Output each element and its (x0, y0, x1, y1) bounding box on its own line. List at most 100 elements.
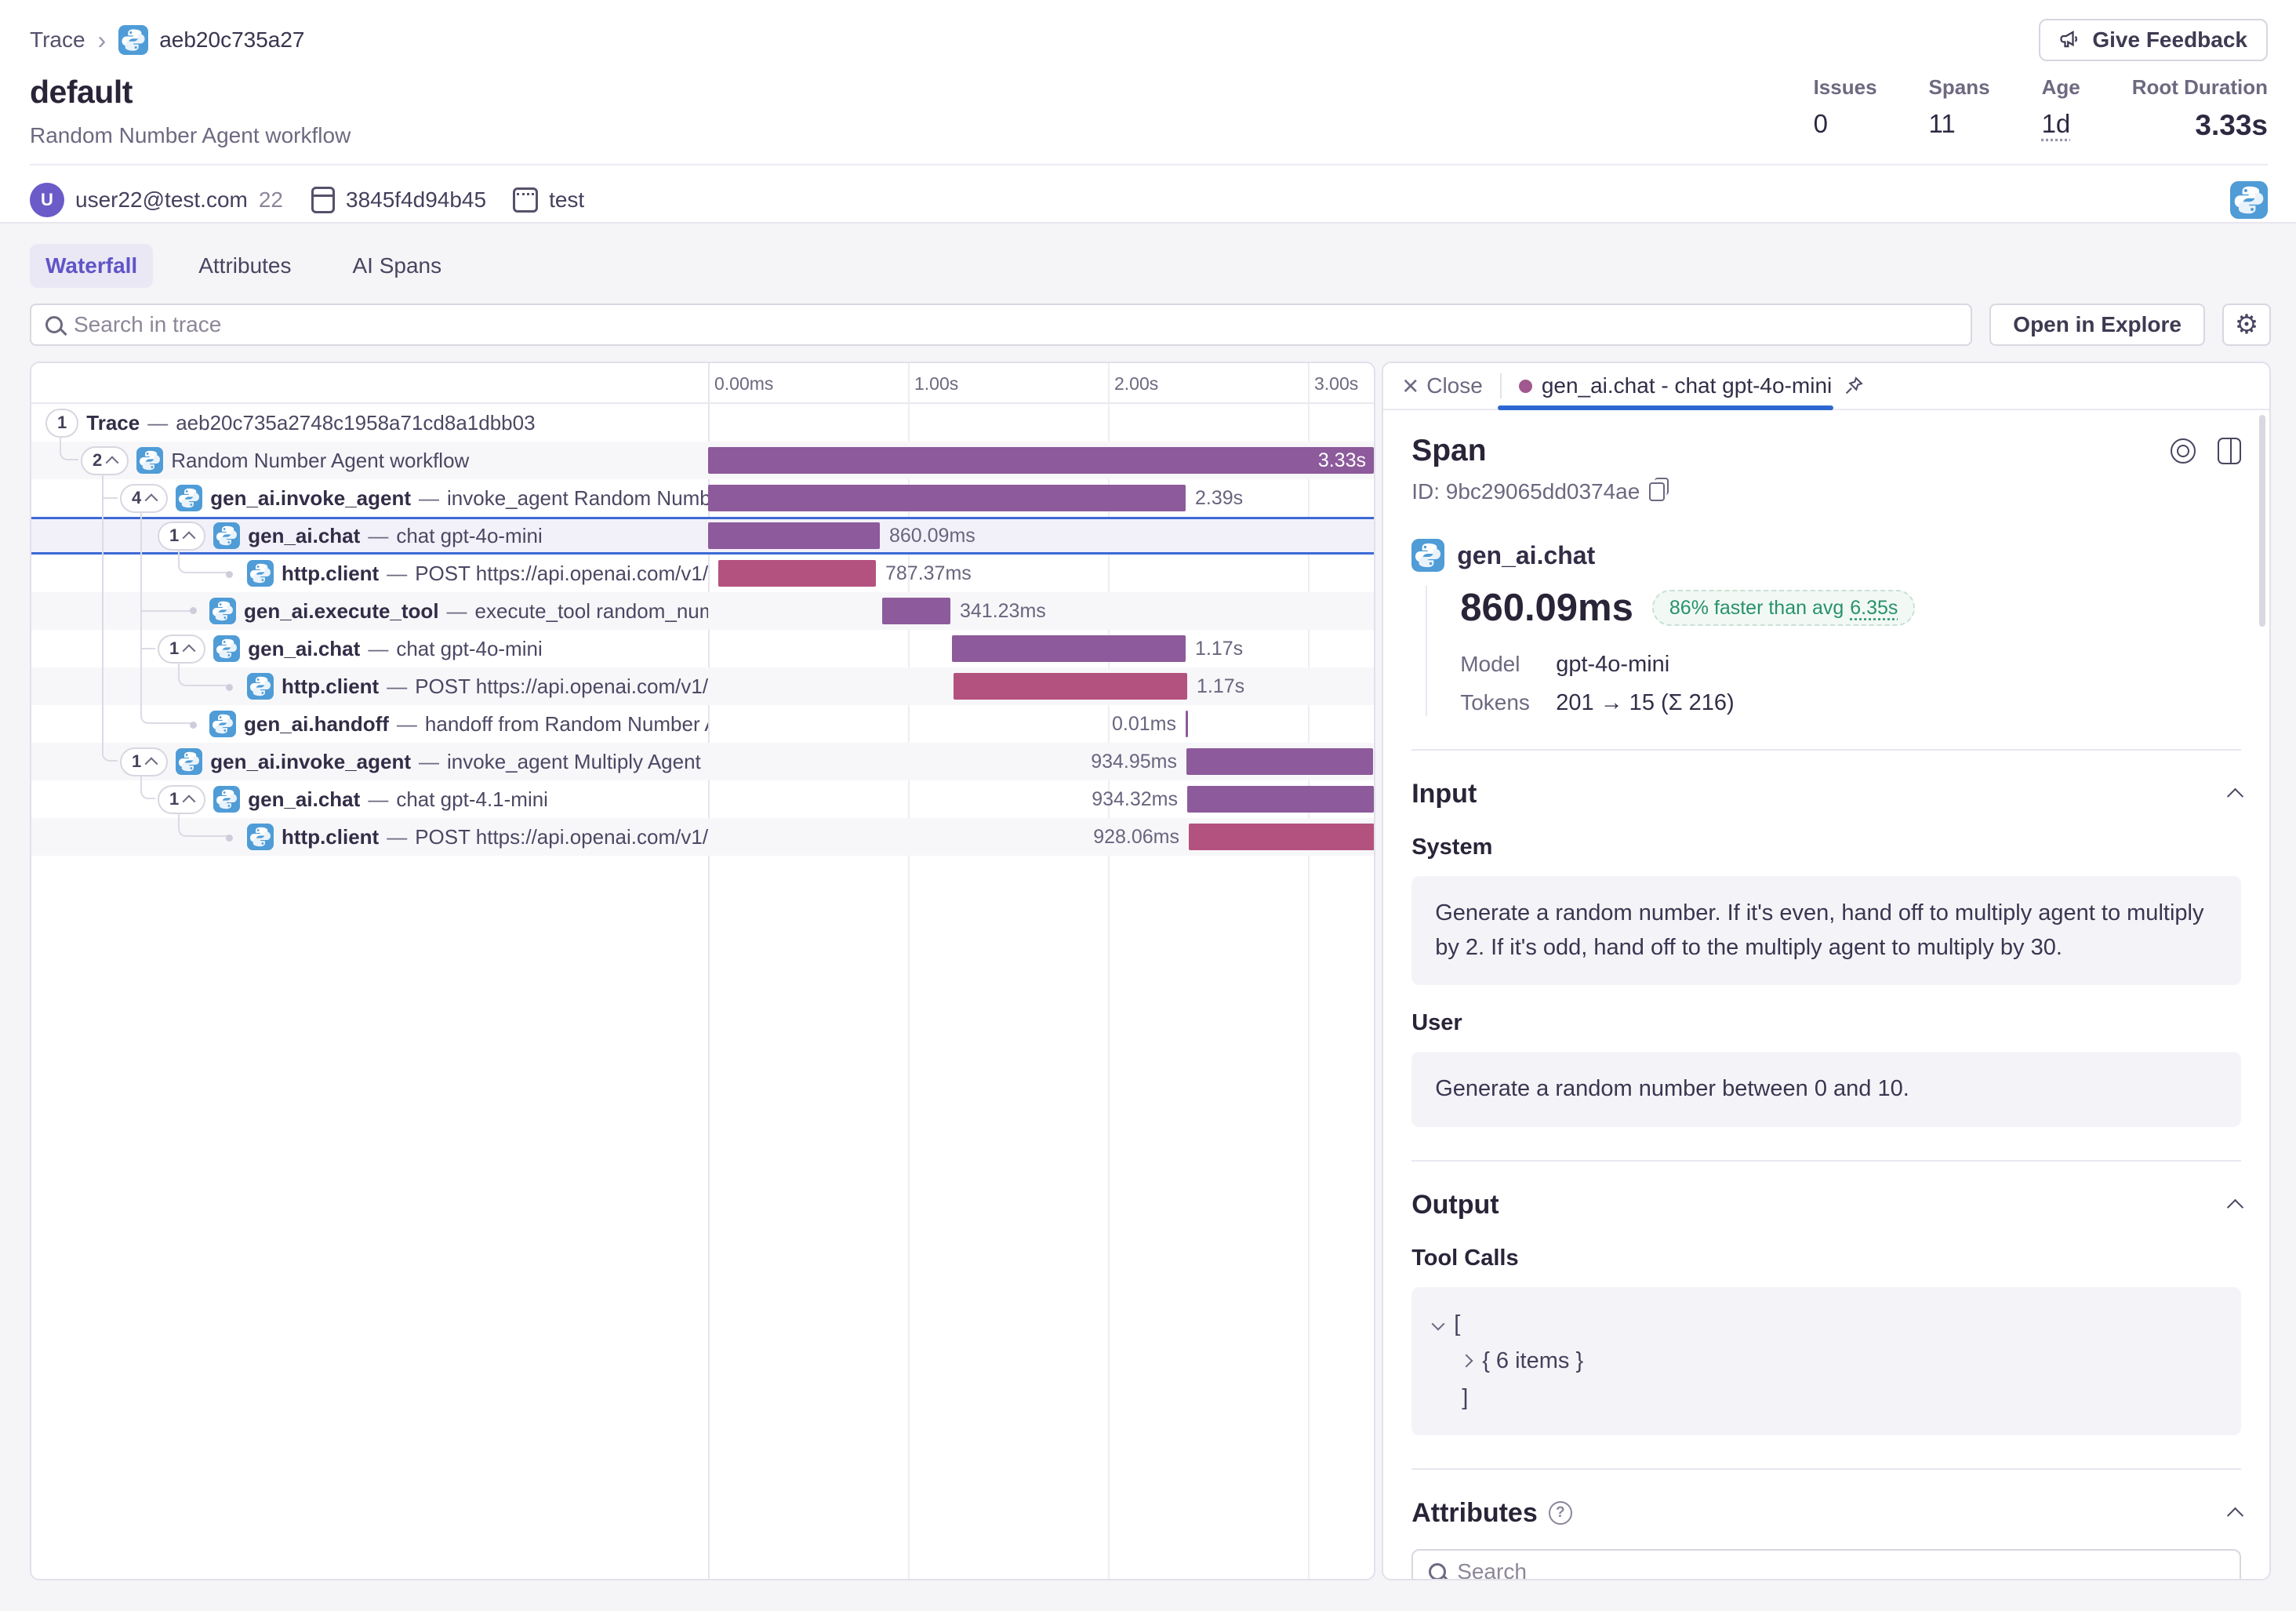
detail-tab-label[interactable]: gen_ai.chat - chat gpt-4o-mini (1542, 373, 1832, 398)
span-row[interactable]: 1Trace—aeb20c735a2748c1958a71cd8a1dbb03 (31, 404, 1374, 442)
expand-array-icon[interactable] (1432, 1318, 1445, 1331)
span-description: chat gpt-4o-mini (396, 637, 542, 661)
dash-separator: — (387, 825, 407, 849)
child-count-pill[interactable]: 4 (120, 484, 168, 513)
open-in-explore-button[interactable]: Open in Explore (1989, 304, 2205, 346)
span-tree-cell: 4gen_ai.invoke_agent—invoke_agent Random… (31, 479, 708, 517)
copy-icon[interactable] (1649, 482, 1665, 501)
close-icon[interactable]: × (1402, 372, 1419, 400)
duration-bar[interactable] (1189, 824, 1375, 850)
span-section-title: Span (1411, 434, 1486, 468)
span-bar-cell: 934.95ms (708, 743, 1375, 780)
span-op: Trace (86, 411, 140, 435)
settings-button[interactable]: ⚙ (2222, 304, 2271, 346)
child-count-pill[interactable]: 1 (158, 635, 205, 664)
python-icon (213, 635, 240, 662)
pill-count: 1 (169, 789, 179, 809)
python-platform-icon (2230, 181, 2268, 219)
collapse-input-icon[interactable] (2227, 788, 2243, 805)
child-count-pill[interactable]: 1 (45, 409, 78, 438)
span-row[interactable]: 2Random Number Agent workflow3.33s (31, 442, 1374, 479)
stat-label: Spans (1929, 75, 1990, 100)
span-row[interactable]: 1gen_ai.chat—chat gpt-4.1-mini934.32ms (31, 780, 1374, 818)
duration-bar[interactable] (1186, 748, 1373, 775)
stat-value[interactable]: 1d (2042, 109, 2071, 139)
dash-separator: — (368, 524, 388, 548)
badge-avg-value[interactable]: 6.35s (1850, 597, 1898, 620)
main-content: Waterfall Attributes AI Spans Open in Expl… (0, 224, 2296, 1580)
span-row[interactable]: http.client—POST https://api.openai.com/… (31, 555, 1374, 592)
detail-body: Span ID: 9bc29065dd0374ae gen_ai.chat (1383, 410, 2269, 1580)
child-count-pill[interactable]: 1 (158, 785, 205, 814)
span-row[interactable]: 1gen_ai.chat—chat gpt-4o-mini1.17s (31, 630, 1374, 667)
detail-scrollbar[interactable] (2259, 415, 2265, 627)
python-icon (213, 786, 240, 813)
span-row[interactable]: http.client—POST https://api.openai.com/… (31, 667, 1374, 705)
collapse-output-icon[interactable] (2227, 1198, 2243, 1215)
span-op: http.client (282, 825, 379, 849)
child-count-pill[interactable]: 2 (81, 446, 129, 475)
span-row[interactable]: 1gen_ai.invoke_agent—invoke_agent Multip… (31, 743, 1374, 780)
span-bar-cell: 1.17s (708, 630, 1375, 667)
dash-separator: — (447, 599, 467, 624)
python-icon (1411, 539, 1444, 572)
help-icon[interactable]: ? (1549, 1501, 1572, 1525)
duration-bar[interactable] (708, 522, 880, 549)
span-row[interactable]: 1gen_ai.chat—chat gpt-4o-mini860.09ms (31, 517, 1374, 555)
badge-text: 86% faster than avg (1669, 597, 1844, 620)
duration-bar[interactable] (952, 635, 1186, 662)
span-row[interactable]: http.client—POST https://api.openai.com/… (31, 818, 1374, 856)
duration-bar[interactable]: 3.33s (708, 447, 1374, 474)
duration-bar[interactable] (1186, 711, 1188, 737)
tab-attributes[interactable]: Attributes (183, 244, 307, 288)
tab-ai-spans[interactable]: AI Spans (337, 244, 458, 288)
attributes-section-title: Attributes (1411, 1498, 1538, 1529)
stat-value: 11 (1929, 109, 1956, 139)
breadcrumb-trace-id: aeb20c735a27 (159, 27, 304, 53)
span-duration: 860.09ms (1460, 586, 1633, 630)
duration-bar[interactable] (708, 485, 1186, 511)
duration-bar[interactable] (882, 598, 950, 624)
span-op: gen_ai.chat (248, 524, 360, 548)
expand-object-icon[interactable] (1460, 1355, 1473, 1368)
trace-search-input[interactable] (74, 312, 1956, 337)
pill-count: 4 (132, 488, 141, 508)
avatar: U (30, 183, 64, 217)
environment-icon (513, 187, 538, 213)
duration-bar[interactable] (718, 560, 876, 587)
pill-count: 1 (132, 751, 141, 772)
duration-bar[interactable] (1187, 786, 1374, 813)
breadcrumb: Trace › aeb20c735a27 Give Feedback (30, 19, 2268, 61)
span-summary: 860.09ms 86% faster than avg 6.35s Model… (1426, 586, 2241, 716)
environment-name[interactable]: test (549, 187, 584, 213)
attributes-search-input[interactable] (1457, 1559, 2224, 1581)
span-op-name: gen_ai.chat (1457, 541, 1595, 570)
close-label[interactable]: Close (1426, 373, 1483, 398)
json-object-summary[interactable]: { 6 items } (1482, 1348, 1583, 1374)
release-id[interactable]: 3845f4d94b45 (346, 187, 486, 213)
span-tree-cell: 1gen_ai.invoke_agent—invoke_agent Multip… (31, 743, 708, 780)
chevron-up-icon (183, 531, 196, 544)
collapse-attributes-icon[interactable] (2227, 1507, 2243, 1523)
pill-count: 1 (169, 638, 179, 659)
detail-tab-bar: × Close gen_ai.chat - chat gpt-4o-mini (1383, 363, 2269, 410)
tab-waterfall[interactable]: Waterfall (30, 244, 153, 288)
give-feedback-button[interactable]: Give Feedback (2039, 19, 2268, 61)
focus-span-icon[interactable] (2171, 438, 2196, 464)
axis-tick: 2.00s (1114, 373, 1158, 395)
breadcrumb-trace-link[interactable]: Trace (30, 27, 85, 53)
pin-icon[interactable] (1843, 375, 1865, 397)
span-row[interactable]: gen_ai.handoff—handoff from Random Numbe… (31, 705, 1374, 743)
model-value: gpt-4o-mini (1556, 652, 1669, 678)
side-panel-icon[interactable] (2218, 438, 2241, 464)
span-row[interactable]: gen_ai.execute_tool—execute_tool random_… (31, 592, 1374, 630)
user-email[interactable]: user22@test.com (75, 187, 248, 213)
child-count-pill[interactable]: 1 (120, 747, 168, 776)
duration-bar[interactable] (954, 673, 1187, 700)
child-count-pill[interactable]: 1 (158, 522, 205, 551)
output-section-title: Output (1411, 1190, 1499, 1220)
dash-separator: — (147, 411, 168, 435)
span-op: http.client (282, 675, 379, 699)
chevron-up-icon (145, 757, 158, 770)
span-row[interactable]: 4gen_ai.invoke_agent—invoke_agent Random… (31, 479, 1374, 517)
